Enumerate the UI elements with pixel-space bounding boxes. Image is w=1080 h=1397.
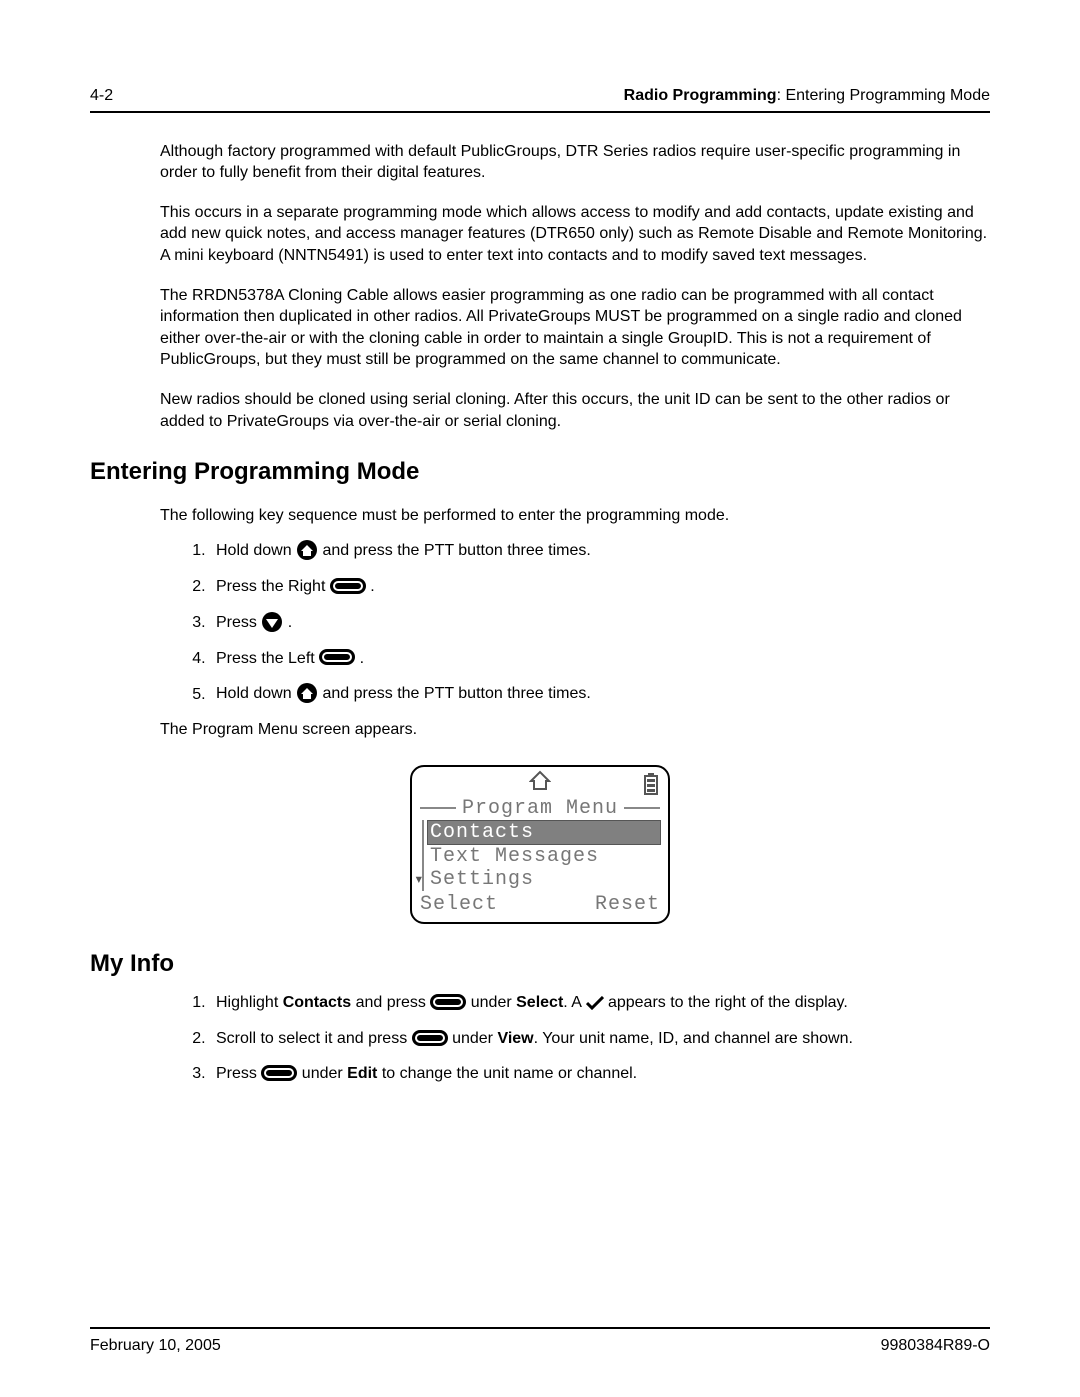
step-text: . [288,614,292,631]
softkey-icon [430,994,466,1010]
heading-my-info: My Info [90,948,990,980]
intro-line: The following key sequence must be perfo… [160,505,990,527]
lcd-screen: Program Menu Contacts Text Messages Sett… [410,765,670,924]
step-text: Press the Right [216,578,330,595]
footer-date: February 10, 2005 [90,1335,221,1357]
check-icon [586,995,604,1009]
footer-rule [90,1327,990,1329]
step-text: and press the PTT button three times. [323,686,591,703]
paragraph: This occurs in a separate programming mo… [160,202,990,267]
lcd-softkey-left: Select [420,893,498,916]
bold-word: View [497,1030,533,1047]
lcd-softkey-right: Reset [595,893,660,916]
lcd-title-row: Program Menu [420,797,660,820]
step-text: Hold down [216,542,296,559]
lcd-menu-box: Contacts Text Messages Settings ▾ [422,820,660,891]
softkey-icon [261,1065,297,1081]
lcd-menu-item: Settings [428,868,660,891]
step-text: Press [216,614,261,631]
footer-doc-number: 9980384R89-O [881,1335,990,1357]
enter-steps-list: Hold down and press the PTT button three… [210,540,990,705]
chapter-name: Radio Programming [624,87,777,104]
softkey-icon [412,1030,448,1046]
lcd-menu-item: Contacts [427,820,661,845]
list-item: Press . [210,612,990,634]
lcd-title-line [624,807,660,809]
step-text: under [297,1065,347,1082]
lcd-softkey-row: Select Reset [420,893,660,916]
step-text: Scroll to select it and press [216,1030,412,1047]
down-arrow-icon [261,611,283,633]
softkey-icon [319,649,355,665]
heading-entering-programming-mode: Entering Programming Mode [90,456,990,488]
after-steps-text: The Program Menu screen appears. [160,719,990,741]
body-text-block: Although factory programmed with default… [160,141,990,433]
footer: February 10, 2005 9980384R89-O [90,1335,990,1357]
step-text: . [370,578,374,595]
list-item: Hold down and press the PTT button three… [210,540,990,562]
step-text: Hold down [216,686,296,703]
paragraph: Although factory programmed with default… [160,141,990,184]
step-text: under [448,1030,498,1047]
home-icon [296,682,318,704]
lcd-menu-item: Text Messages [428,845,660,868]
step-text: and press the PTT button three times. [323,542,591,559]
list-item: Highlight Contacts and press under Selec… [210,992,990,1014]
scroll-down-indicator-icon: ▾ [414,871,425,889]
list-item: Press under Edit to change the unit name… [210,1063,990,1085]
home-icon [529,770,551,797]
running-header-title: Radio Programming: Entering Programming … [624,85,990,107]
step-text: . Your unit name, ID, and channel are sh… [534,1030,853,1047]
battery-icon [644,773,658,802]
step-text: Press the Left [216,650,319,667]
step-text: under [466,994,516,1011]
list-item: Hold down and press the PTT button three… [210,683,990,705]
myinfo-steps-list: Highlight Contacts and press under Selec… [210,992,990,1085]
list-item: Press the Right . [210,576,990,598]
step-text: Highlight [216,994,283,1011]
lcd-title: Program Menu [460,797,620,820]
running-header: 4-2 Radio Programming: Entering Programm… [90,85,990,111]
page: 4-2 Radio Programming: Entering Programm… [0,0,1080,1397]
paragraph: New radios should be cloned using serial… [160,389,990,432]
step-text: Press [216,1065,261,1082]
step-text: and press [351,994,430,1011]
list-item: Scroll to select it and press under View… [210,1028,990,1050]
list-item: Press the Left . [210,648,990,670]
step-text: . [360,650,364,667]
home-icon [296,539,318,561]
lcd-title-line [420,807,456,809]
lcd-status-bar [420,773,660,795]
header-rule [90,111,990,113]
softkey-icon [330,578,366,594]
step-text: appears to the right of the display. [604,994,848,1011]
bold-word: Contacts [283,994,351,1011]
section-name: Entering Programming Mode [785,87,990,104]
step-text: . A [563,994,585,1011]
paragraph: The RRDN5378A Cloning Cable allows easie… [160,285,990,371]
step-text: to change the unit name or channel. [377,1065,637,1082]
page-number: 4-2 [90,85,113,107]
bold-word: Edit [347,1065,377,1082]
bold-word: Select [516,994,563,1011]
